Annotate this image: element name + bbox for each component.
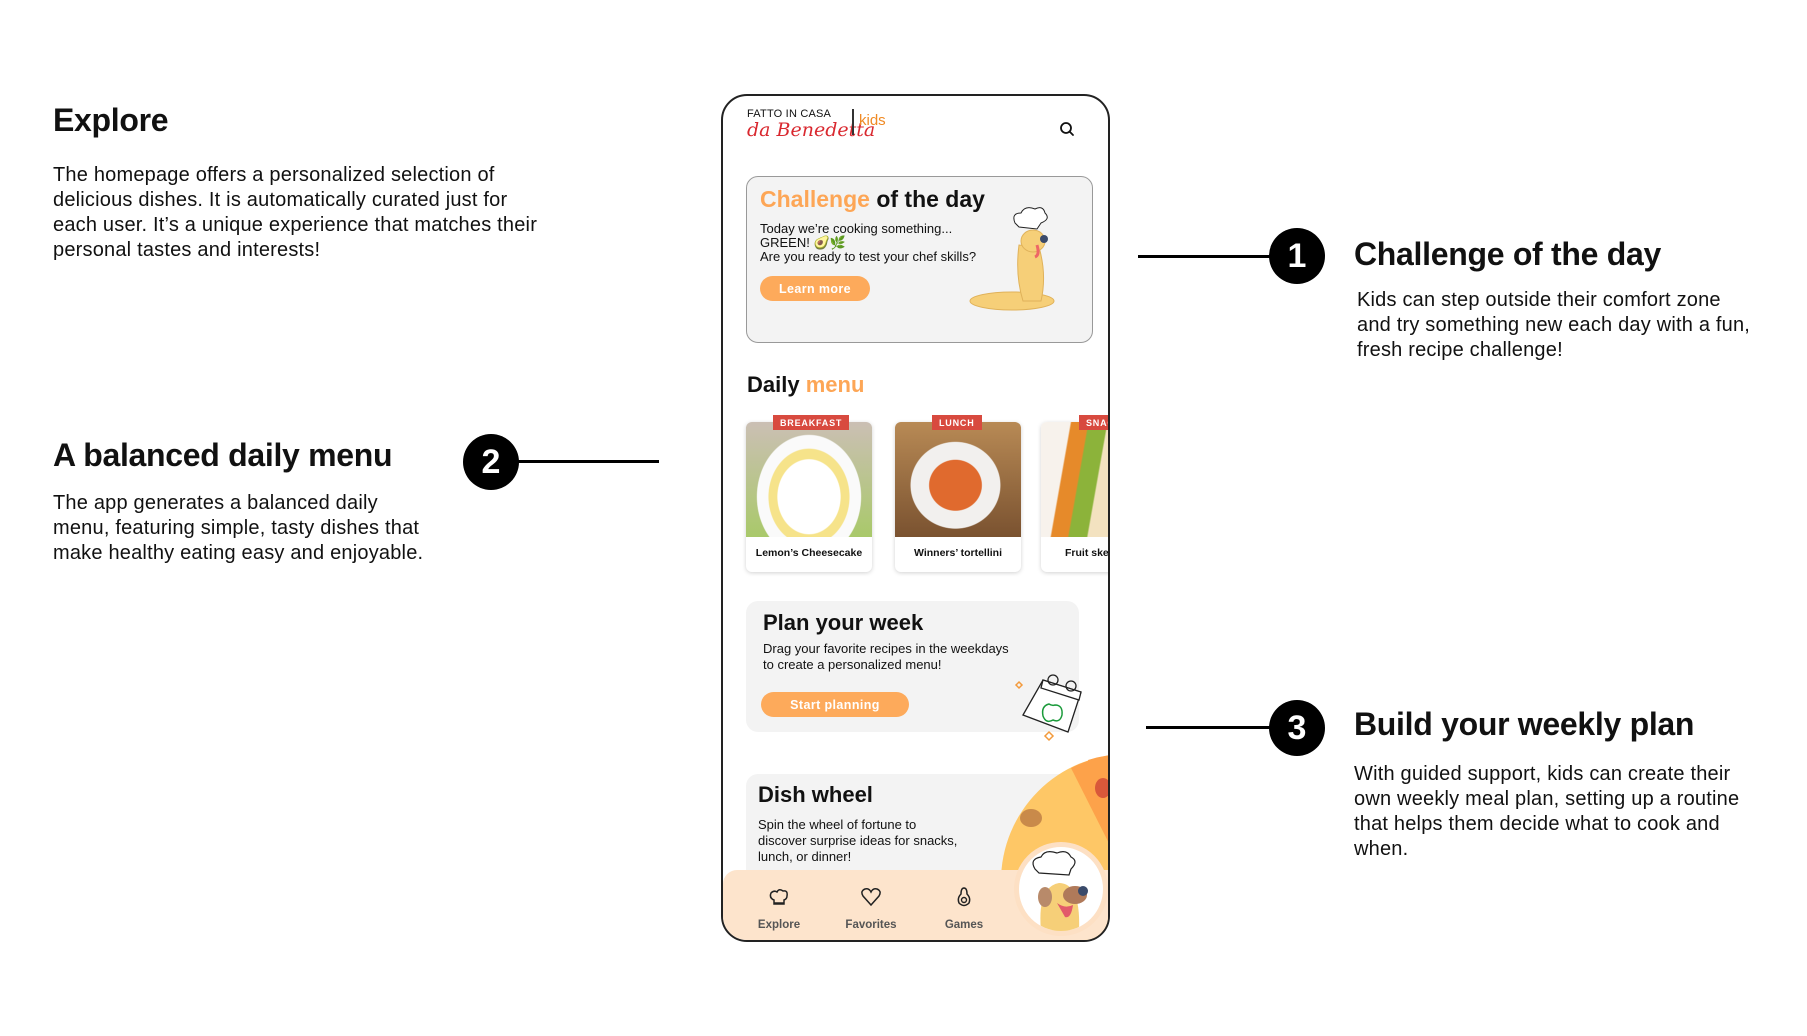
logo-script-text: da Benedetta xyxy=(747,119,876,141)
connector-line-2 xyxy=(518,460,659,463)
menu-item-name: Fruit skewers xyxy=(1065,547,1109,559)
challenge-card-title: Challenge of the day xyxy=(760,186,985,213)
dish-wheel-line-1: Spin the wheel of fortune to xyxy=(758,817,917,832)
explore-title: Explore xyxy=(53,102,169,138)
fruit-skewers-photo xyxy=(1041,422,1108,537)
weekly-plan-annotation-title: Build your weekly plan xyxy=(1354,706,1695,742)
phone-screen: FATTO IN CASA da Benedetta kids Challeng… xyxy=(721,94,1110,942)
dish-wheel-line-3: lunch, or dinner! xyxy=(758,849,852,864)
nav-favorites[interactable]: Favorites xyxy=(836,886,906,931)
weekly-plan-annotation-description: With guided support, kids can create the… xyxy=(1354,763,1740,860)
meal-tag: LUNCH xyxy=(932,415,982,430)
daily-menu-title: Daily menu xyxy=(747,372,864,398)
learn-more-button[interactable]: Learn more xyxy=(760,276,870,301)
start-planning-button[interactable]: Start planning xyxy=(761,692,909,717)
menu-item-name: Lemon’s Cheesecake xyxy=(755,547,863,559)
connector-line-3 xyxy=(1146,726,1272,729)
app-logo[interactable]: FATTO IN CASA da Benedetta xyxy=(747,108,875,141)
nav-games-label: Games xyxy=(944,919,984,931)
nav-explore-label: Explore xyxy=(757,919,801,931)
daily-menu-annotation-title: A balanced daily menu xyxy=(53,437,393,473)
nav-games[interactable]: Games xyxy=(929,886,999,931)
chef-dog-avatar xyxy=(1032,851,1088,931)
chef-dog-illustration xyxy=(969,207,1055,311)
connector-line-1 xyxy=(1138,255,1272,258)
nav-explore[interactable]: Explore xyxy=(744,886,814,931)
step-1-badge: 1 xyxy=(1269,228,1325,284)
calendar-apple-icon xyxy=(1014,674,1082,742)
step-3-badge: 3 xyxy=(1269,700,1325,756)
step-2-badge: 2 xyxy=(463,434,519,490)
daily-menu-title-text: Daily xyxy=(747,372,800,397)
cheesecake-photo xyxy=(746,422,872,537)
dish-wheel-line-2: discover surprise ideas for snacks, xyxy=(758,833,958,848)
challenge-title-accent: Challenge xyxy=(760,186,870,212)
plan-card-title: Plan your week xyxy=(763,610,924,635)
menu-card-snack[interactable]: SNACK Fruit skewers xyxy=(1041,415,1109,572)
challenge-card[interactable]: Challenge of the day Today we’re cooking… xyxy=(746,176,1093,343)
dish-wheel-title: Dish wheel xyxy=(758,782,873,807)
heart-icon xyxy=(861,888,881,907)
logo-kids-text: kids xyxy=(859,112,886,129)
meal-tag: BREAKFAST xyxy=(773,415,850,430)
menu-card-lunch[interactable]: LUNCH Winners’ tortellini xyxy=(895,415,1021,572)
daily-menu-title-accent: menu xyxy=(805,372,865,397)
challenge-annotation-title: Challenge of the day xyxy=(1354,236,1661,272)
menu-card-breakfast[interactable]: BREAKFAST Lemon’s Cheesecake xyxy=(746,415,872,572)
daily-menu-annotation-description: The app generates a balanced daily menu,… xyxy=(53,492,424,564)
logo-divider xyxy=(852,109,854,135)
challenge-line-3: Are you ready to test your chef skills? xyxy=(760,249,977,264)
avocado-icon xyxy=(957,887,971,907)
plan-card-line-1: Drag your favorite recipes in the weekda… xyxy=(763,641,1009,656)
nav-favorites-label: Favorites xyxy=(845,919,897,931)
explore-description: The homepage offers a personalized selec… xyxy=(53,164,538,261)
meal-tag: SNACK xyxy=(1079,415,1108,430)
mascot-avatar-button[interactable] xyxy=(1014,842,1108,936)
plan-card-line-2: to create a personalized menu! xyxy=(763,657,942,672)
chef-hat-icon xyxy=(769,888,788,905)
tortellini-photo xyxy=(895,422,1021,537)
menu-item-name: Winners’ tortellini xyxy=(914,547,1002,559)
challenge-annotation-description: Kids can step outside their comfort zone… xyxy=(1357,289,1751,361)
search-icon[interactable] xyxy=(1058,120,1076,138)
